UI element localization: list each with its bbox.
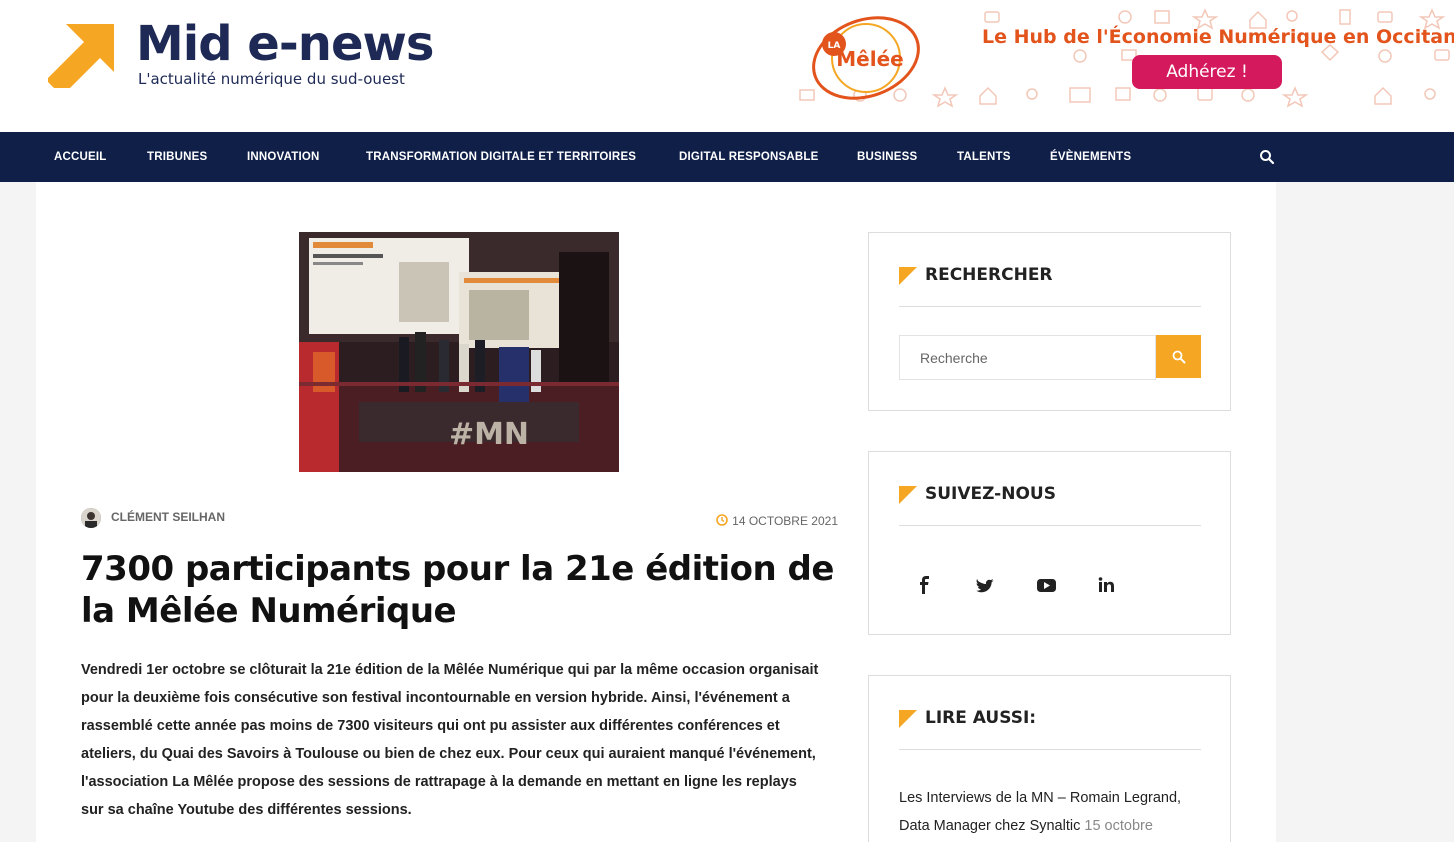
article-title: 7300 participants pour la 21e édition de… bbox=[81, 549, 834, 631]
nav-item-accueil[interactable]: ACCUEIL bbox=[54, 132, 107, 182]
follow-widget-title: SUIVEZ-NOUS bbox=[925, 484, 1056, 504]
nav-item-transformation[interactable]: TRANSFORMATION DIGITALE ET TERRITOIRES bbox=[366, 132, 636, 182]
search-widget-title: RECHERCHER bbox=[925, 265, 1053, 285]
author-name[interactable]: CLÉMENT SEILHAN bbox=[111, 510, 225, 524]
logo-title: Mid e-news bbox=[136, 16, 434, 72]
svg-text:Mêlée: Mêlée bbox=[836, 47, 903, 71]
nav-item-digital-responsable[interactable]: DIGITAL RESPONSABLE bbox=[679, 132, 818, 182]
event-stage-photo: #MN bbox=[299, 232, 619, 472]
related-article-link[interactable]: Les Interviews de la MN – Romain Legrand… bbox=[899, 784, 1204, 840]
facebook-icon[interactable] bbox=[910, 570, 940, 600]
article-meta: CLÉMENT SEILHAN 14 OCTOBRE 2021 bbox=[81, 508, 838, 528]
main-nav: ACCUEIL TRIBUNES INNOVATION TRANSFORMATI… bbox=[0, 132, 1454, 182]
clock-icon bbox=[716, 514, 728, 526]
flag-icon bbox=[899, 486, 917, 504]
banner-headline: Le Hub de l'Économie Numérique en Occita… bbox=[982, 26, 1454, 48]
author-avatar[interactable] bbox=[81, 508, 101, 528]
site-logo[interactable]: Mid e-news L'actualité numérique du sud-… bbox=[48, 14, 434, 94]
widget-header: LIRE AUSSI: bbox=[899, 708, 1201, 750]
youtube-icon[interactable] bbox=[1031, 570, 1061, 600]
widget-header: SUIVEZ-NOUS bbox=[899, 484, 1201, 526]
article-date: 14 OCTOBRE 2021 bbox=[716, 510, 838, 528]
article-hero-image[interactable]: #MN bbox=[299, 232, 619, 472]
search-icon bbox=[1172, 350, 1185, 364]
twitter-icon[interactable] bbox=[970, 570, 1000, 600]
melee-logo: LA Mêlée bbox=[812, 16, 920, 100]
nav-item-tribunes[interactable]: TRIBUNES bbox=[147, 132, 207, 182]
sidebar-search-button[interactable] bbox=[1156, 335, 1201, 378]
site-header: Mid e-news L'actualité numérique du sud-… bbox=[0, 0, 1454, 132]
main-content: #MN CLÉMENT SEILHAN 14 OCTOBRE 2021 7300… bbox=[36, 182, 1276, 842]
flag-icon bbox=[899, 267, 917, 285]
widget-header: RECHERCHER bbox=[899, 265, 1201, 307]
logo-tagline: L'actualité numérique du sud-ouest bbox=[138, 70, 405, 88]
flag-icon bbox=[899, 710, 917, 728]
article-date-text: 14 OCTOBRE 2021 bbox=[732, 514, 838, 528]
banner-join-button[interactable]: Adhérez ! bbox=[1132, 55, 1282, 89]
logo-arrow-icon bbox=[48, 24, 114, 88]
linkedin-icon[interactable] bbox=[1091, 570, 1121, 600]
nav-item-innovation[interactable]: INNOVATION bbox=[247, 132, 320, 182]
search-widget: RECHERCHER bbox=[868, 232, 1231, 411]
follow-widget: SUIVEZ-NOUS bbox=[868, 451, 1231, 635]
related-article-date: 15 octobre bbox=[1084, 818, 1153, 834]
read-also-widget: LIRE AUSSI: Les Interviews de la MN – Ro… bbox=[868, 675, 1231, 842]
nav-item-talents[interactable]: TALENTS bbox=[957, 132, 1011, 182]
svg-text:#MN: #MN bbox=[449, 417, 529, 452]
ad-banner[interactable]: LA Mêlée Le Hub de l'Économie Numérique … bbox=[770, 0, 1454, 116]
nav-item-business[interactable]: BUSINESS bbox=[857, 132, 917, 182]
sidebar-search-input[interactable] bbox=[899, 335, 1156, 380]
nav-item-evenements[interactable]: ÉVÈNEMENTS bbox=[1050, 132, 1131, 182]
read-also-widget-title: LIRE AUSSI: bbox=[925, 708, 1037, 728]
article-lede: Vendredi 1er octobre se clôturait la 21e… bbox=[81, 662, 819, 818]
search-icon[interactable] bbox=[1259, 149, 1275, 165]
